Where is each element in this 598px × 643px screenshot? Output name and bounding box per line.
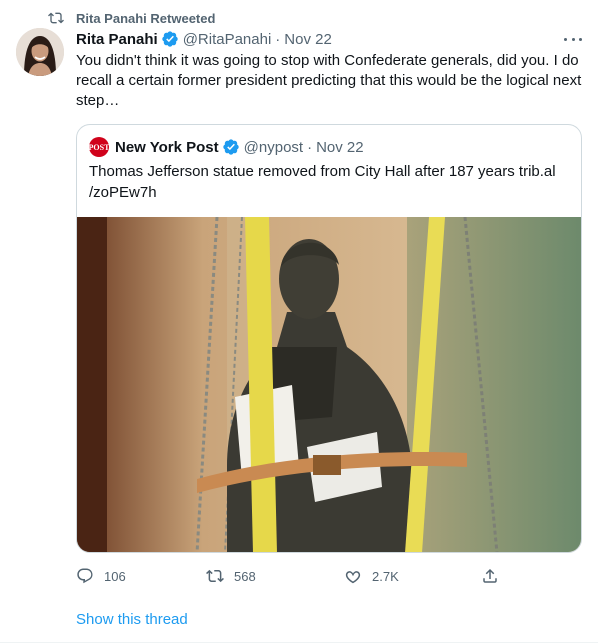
quoted-author-name: New York Post xyxy=(115,138,219,156)
avatar[interactable] xyxy=(16,28,64,76)
reply-button[interactable]: 106 xyxy=(76,564,126,588)
tweet-header: Rita Panahi @RitaPanahi · Nov 22 xyxy=(76,28,586,50)
tweet-date[interactable]: Nov 22 xyxy=(284,31,332,48)
statue-photo[interactable] xyxy=(77,217,581,553)
like-count: 2.7K xyxy=(372,568,399,584)
quoted-tweet[interactable]: POST New York Post @nypost · Nov 22 Thom… xyxy=(76,124,582,553)
more-options-icon[interactable] xyxy=(564,32,582,46)
separator-dot: · xyxy=(275,30,281,48)
heart-icon xyxy=(345,571,361,584)
quoted-tweet-date: Nov 22 xyxy=(316,138,364,156)
avatar-photo xyxy=(16,28,64,76)
author-display-name[interactable]: Rita Panahi xyxy=(76,31,158,48)
retweet-icon xyxy=(206,569,224,583)
nypost-logo-icon: POST xyxy=(89,137,109,157)
tweet-text: You didn't think it was going to stop wi… xyxy=(76,52,582,109)
verified-badge-icon xyxy=(162,31,178,47)
retweet-count: 568 xyxy=(234,568,256,584)
verified-badge-icon xyxy=(222,139,239,155)
quoted-tweet-text: Thomas Jefferson statue removed from Cit… xyxy=(89,163,556,201)
quoted-author-handle: @nypost xyxy=(243,138,304,156)
retweet-banner: Rita Panahi Retweeted xyxy=(48,8,215,28)
retweet-banner-text[interactable]: Rita Panahi Retweeted xyxy=(76,11,215,26)
tweet-actions: 106 568 2.7K xyxy=(76,564,506,588)
share-button[interactable] xyxy=(481,564,499,588)
show-thread-link[interactable]: Show this thread xyxy=(76,611,188,628)
retweet-icon xyxy=(48,12,64,24)
reply-icon xyxy=(77,568,93,584)
author-handle[interactable]: @RitaPanahi xyxy=(183,31,272,48)
retweet-button[interactable]: 568 xyxy=(206,564,256,588)
like-button[interactable]: 2.7K xyxy=(344,564,399,588)
share-icon xyxy=(483,568,497,583)
separator-dot: · xyxy=(307,138,313,156)
reply-count: 106 xyxy=(104,568,126,584)
quoted-tweet-header: POST New York Post @nypost · Nov 22 xyxy=(89,137,364,157)
